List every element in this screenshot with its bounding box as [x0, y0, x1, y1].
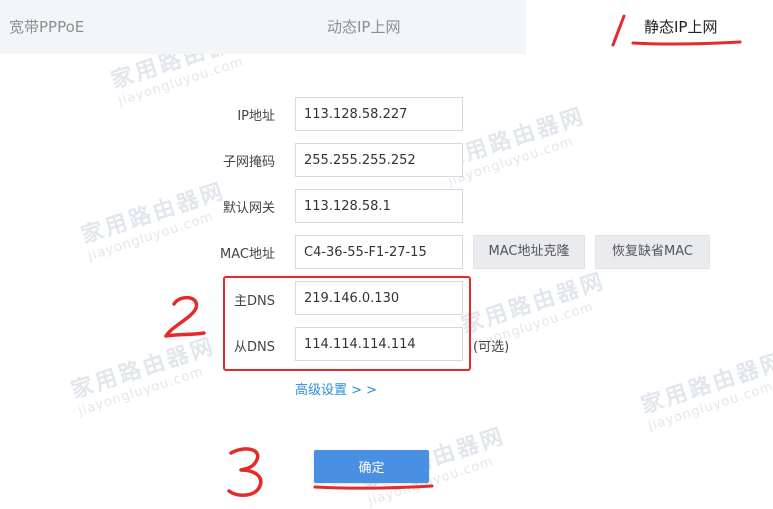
annotation-step-1: 1	[611, 14, 742, 47]
tab-pppoe[interactable]: 宽带PPPoE	[9, 0, 84, 54]
subnet-mask-label: 子网掩码	[222, 155, 275, 170]
advanced-settings-link[interactable]: 高级设置 > >	[295, 379, 377, 398]
ip-label: IP地址	[237, 109, 275, 124]
optional-note: (可选)	[473, 340, 510, 355]
confirm-underline	[313, 484, 434, 490]
tab-dynamic-ip[interactable]: 动态IP上网	[327, 0, 400, 54]
gateway-input[interactable]	[295, 189, 463, 223]
annotation-step-2: 2	[164, 295, 206, 338]
ip-address-input[interactable]	[295, 97, 463, 131]
confirm-button[interactable]: 确定	[314, 450, 429, 483]
subnet-mask-input[interactable]	[295, 143, 463, 177]
mac-clone-button[interactable]: MAC地址克隆	[473, 235, 585, 269]
dns-highlight-box	[223, 276, 471, 371]
gateway-label: 默认网关	[222, 201, 275, 216]
mac-label: MAC地址	[220, 247, 275, 262]
mac-address-input[interactable]	[295, 235, 463, 269]
mac-restore-default-button[interactable]: 恢复缺省MAC	[595, 235, 710, 269]
watermark: 家用路由器网 jiayongluyou.com	[638, 348, 773, 435]
annotation-step-3: 3	[227, 447, 263, 497]
